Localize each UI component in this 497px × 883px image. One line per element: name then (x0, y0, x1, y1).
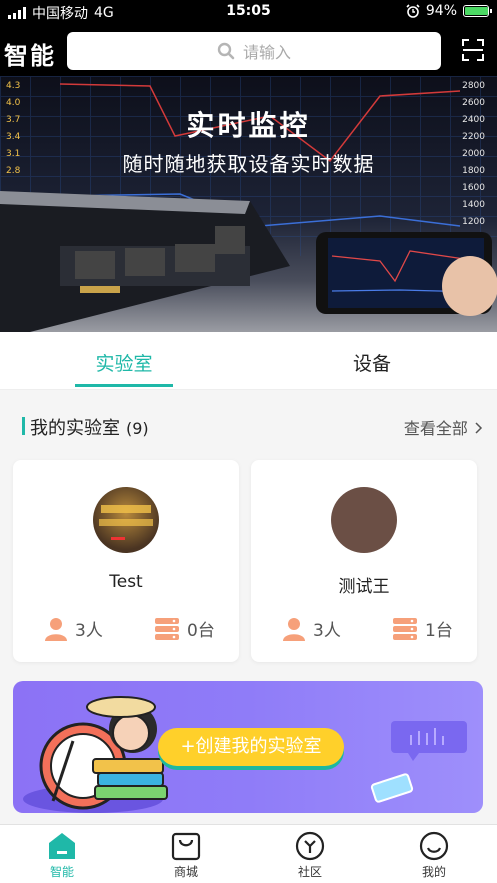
phone-chart-image (316, 232, 497, 316)
members-count: 3人 (313, 621, 341, 641)
alarm-icon (406, 4, 420, 18)
server-icon (155, 617, 179, 640)
view-all-link[interactable]: 查看全部 (404, 415, 483, 439)
lab-card[interactable]: Test 3人 0台 (13, 460, 239, 662)
lab-name: 测试王 (338, 577, 390, 597)
create-lab-banner[interactable]: +创建我的实验室 (13, 681, 483, 813)
search-icon (217, 42, 235, 60)
battery-icon (463, 5, 492, 17)
promo-banner[interactable]: 4.3 4.0 3.7 3.4 3.1 2.8 2800 2600 2400 2200 2… (0, 76, 497, 332)
lab-name: Test (109, 572, 143, 592)
scan-icon[interactable] (461, 38, 485, 62)
server-icon (393, 617, 417, 640)
section-title: 我的实验室 (9) (30, 414, 149, 440)
nav-shop[interactable]: 商城 (124, 825, 248, 883)
person-icon (283, 617, 305, 641)
create-lab-button[interactable]: +创建我的实验室 (158, 728, 344, 766)
nav-label: 商城 (173, 865, 198, 879)
my-labs-header: 我的实验室 (9) 查看全部 (0, 404, 497, 444)
shop-bag-icon (171, 832, 201, 861)
devices-count: 0台 (187, 621, 215, 641)
nav-label: 智能 (49, 865, 74, 879)
tab-active-indicator (75, 384, 173, 387)
top-header: 智能 请输入 (0, 24, 497, 76)
status-bar: 中国移动 4G 15:05 94% (0, 0, 497, 24)
profile-smile-icon (419, 831, 449, 861)
status-right: 94% (406, 3, 492, 19)
lab-card[interactable]: 测试王 3人 1台 (251, 460, 477, 662)
nav-mine[interactable]: 我的 (372, 825, 496, 883)
bottom-nav: 智能 商城 社区 我的 (0, 824, 497, 883)
lab-members: 3人 (283, 616, 341, 641)
section-accent-bar (22, 417, 25, 435)
nav-label: 社区 (297, 865, 322, 879)
members-count: 3人 (75, 621, 103, 641)
lab-members: 3人 (45, 616, 103, 641)
section-title-text: 我的实验室 (30, 418, 120, 439)
tab-lab[interactable]: 实验室 (0, 332, 248, 390)
nav-label: 我的 (421, 865, 446, 879)
devices-count: 1台 (425, 621, 453, 641)
lab-devices: 1台 (393, 616, 453, 641)
nav-smart[interactable]: 智能 (0, 825, 124, 883)
lab-devices: 0台 (155, 616, 215, 641)
home-icon (49, 833, 75, 859)
search-placeholder: 请输入 (242, 43, 291, 62)
nav-community[interactable]: 社区 (248, 825, 372, 883)
search-input[interactable]: 请输入 (67, 32, 441, 70)
lab-count: (9) (126, 419, 149, 438)
tab-device[interactable]: 设备 (248, 332, 496, 390)
chevron-right-icon (475, 422, 483, 434)
lab-device-tabs: 实验室 设备 (0, 332, 497, 390)
page-title: 智能 (4, 42, 56, 70)
lab-avatar (93, 487, 159, 553)
community-icon (295, 831, 325, 861)
view-all-label: 查看全部 (403, 419, 468, 438)
lab-avatar (331, 487, 397, 553)
battery-percent: 94% (425, 3, 457, 19)
person-icon (45, 617, 67, 641)
